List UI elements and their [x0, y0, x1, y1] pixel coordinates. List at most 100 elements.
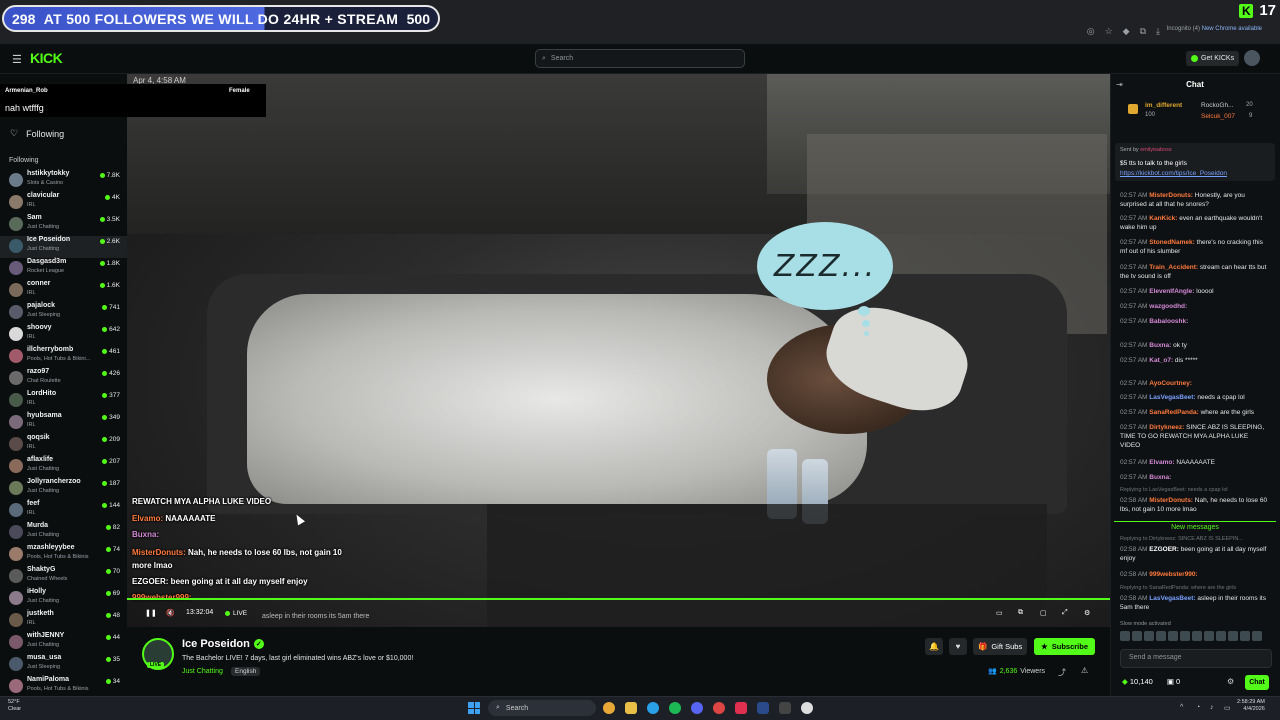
sidebar-channel-item[interactable]: musa_usa Just Sleeping 35 — [0, 654, 127, 676]
sidebar-channel-item[interactable]: pajalock Just Sleeping 741 — [0, 302, 127, 324]
search-input[interactable]: ⌕ Search — [535, 49, 745, 68]
stream-category-link[interactable]: Just Chatting — [182, 668, 223, 675]
puzzle-icon[interactable]: ⧉ — [1140, 26, 1146, 37]
pinned-sender-name[interactable]: emilyisaboss — [1140, 147, 1171, 153]
chat-username[interactable]: Buxna: — [1149, 474, 1171, 481]
chat-message[interactable]: 02:57 AM Train_Accident: stream can hear… — [1120, 263, 1270, 281]
chat-username[interactable]: SanaRedPanda: — [1149, 409, 1199, 416]
emote-icon[interactable] — [1228, 631, 1238, 641]
chat-message[interactable]: 02:57 AM LasVegasBeet: needs a cpap lol — [1120, 393, 1270, 402]
subscribe-button[interactable]: ★ Subscribe — [1034, 638, 1095, 655]
chat-message[interactable]: 02:58 AM MisterDonuts: Nah, he needs to … — [1120, 496, 1270, 514]
video-player[interactable] — [127, 74, 1110, 627]
eye-off-icon[interactable]: ◎ — [1087, 26, 1095, 37]
chat-send-button[interactable]: Chat — [1245, 675, 1269, 690]
get-kicks-button[interactable]: Get KICKs — [1186, 51, 1240, 66]
sidebar-channel-item[interactable]: iHolly Just Chatting 69 — [0, 588, 127, 610]
chat-message[interactable]: 02:58 AM EZGOER: been going at it all da… — [1120, 545, 1270, 563]
obs-icon[interactable] — [713, 702, 725, 714]
chat-username[interactable]: KanKick: — [1149, 215, 1177, 222]
chat-message[interactable]: 02:57 AM MisterDonuts: Honestly, are you… — [1120, 191, 1270, 209]
sidebar-channel-item[interactable]: justketh IRL 48 — [0, 610, 127, 632]
chat-username[interactable]: AyoCourtney: — [1149, 380, 1192, 387]
chat-username[interactable]: 999webster990: — [1149, 571, 1197, 578]
share-icon[interactable]: ⤴ — [1058, 667, 1066, 678]
chat-message[interactable]: 02:57 AM Babalooshk: — [1120, 317, 1270, 326]
chat-message[interactable]: 02:57 AM SanaRedPanda: where are the gir… — [1120, 408, 1270, 417]
extension-icon[interactable]: ◆ — [1123, 26, 1130, 37]
new-chrome-button[interactable]: New Chrome available — [1202, 26, 1262, 32]
acrobat-icon[interactable] — [735, 702, 747, 714]
emote-icon[interactable] — [1156, 631, 1166, 641]
theater-mode-icon[interactable]: ▭ — [996, 609, 1003, 617]
following-nav-link[interactable]: ♡ Following — [10, 128, 64, 139]
taskbar-clock[interactable]: 2:58:29 AM 4/4/2026 — [1237, 699, 1265, 713]
chat-username[interactable]: Babalooshk: — [1149, 318, 1188, 325]
chat-message[interactable]: 02:58 AM 999webster990: — [1120, 570, 1270, 579]
sidebar-channel-item[interactable]: withJENNY Just Chatting 44 — [0, 632, 127, 654]
download-icon[interactable]: ⤓ — [1156, 26, 1160, 37]
sidebar-channel-item[interactable]: Ice Poseidon Just Chatting 2.6K — [0, 236, 127, 258]
sidebar-channel-item[interactable]: illcherrybomb Pools, Hot Tubs & Bikini...… — [0, 346, 127, 368]
emote-icon[interactable] — [1192, 631, 1202, 641]
chat-username[interactable]: EZGOER: — [1149, 546, 1179, 553]
windows-start-icon[interactable] — [468, 702, 480, 714]
emote-icon[interactable] — [1252, 631, 1262, 641]
pinned-link[interactable]: https://kickbot.com/tips/Ice_Poseidon — [1120, 170, 1227, 177]
emote-icon[interactable] — [1240, 631, 1250, 641]
sidebar-channel-item[interactable]: aflaxlife Just Chatting 207 — [0, 456, 127, 478]
app-icon[interactable] — [801, 702, 813, 714]
sidebar-channel-item[interactable]: mzashleyybee Pools, Hot Tubs & Bikinis 74 — [0, 544, 127, 566]
emote-icon[interactable] — [1168, 631, 1178, 641]
sidebar-channel-item[interactable]: NamiPaloma Pools, Hot Tubs & Bikinis 34 — [0, 676, 127, 698]
chat-message[interactable]: 02:57 AM StonedNamek: there's no crackin… — [1120, 238, 1270, 256]
terminal-icon[interactable] — [779, 702, 791, 714]
chat-username[interactable]: Train_Accident: — [1149, 264, 1198, 271]
leaderboard-third-name[interactable]: Selcuk_007 — [1201, 113, 1235, 120]
network-icon[interactable]: ◔ — [1196, 704, 1200, 711]
streamer-name-text[interactable]: Ice Poseidon — [182, 638, 250, 650]
emote-icon[interactable] — [1144, 631, 1154, 641]
spotify-icon[interactable] — [669, 702, 681, 714]
weather-widget[interactable]: 52°F Clear — [8, 699, 21, 713]
chat-username[interactable]: LasVegasBeet: — [1149, 595, 1195, 602]
leaderboard-second-name[interactable]: RockoGh... — [1201, 102, 1234, 109]
menu-icon[interactable]: ☰ — [12, 53, 22, 66]
user-avatar[interactable] — [1244, 50, 1260, 66]
sidebar-channel-item[interactable]: hstikkytokky Slots & Casino 7.8K — [0, 170, 127, 192]
sidebar-channel-item[interactable]: shoovy IRL 642 — [0, 324, 127, 346]
discord-icon[interactable] — [691, 702, 703, 714]
sidebar-channel-item[interactable]: Murda Just Chatting 82 — [0, 522, 127, 544]
sidebar-channel-item[interactable]: razo97 Chat Roulette 426 — [0, 368, 127, 390]
chat-username[interactable]: LasVegasBeet: — [1149, 394, 1195, 401]
chat-message[interactable]: 02:57 AM Kat_o7: dis ***** — [1120, 356, 1270, 365]
chat-message[interactable]: 02:57 AM Buxna: — [1120, 473, 1270, 482]
leaderboard-first-name[interactable]: im_different — [1145, 102, 1182, 109]
sidebar-channel-item[interactable]: Jollyrancherzoo Just Chatting 187 — [0, 478, 127, 500]
cinema-icon[interactable]: ▢ — [1040, 609, 1047, 617]
sidebar-channel-item[interactable]: Dasgasd3m Rocket League 1.8K — [0, 258, 127, 280]
new-messages-divider[interactable]: New messages — [1114, 521, 1276, 531]
mute-icon[interactable]: 🔇 — [166, 609, 175, 617]
gift-subs-button[interactable]: 🎁 Gift Subs — [973, 638, 1028, 655]
streamer-name[interactable]: Ice Poseidon ✓ — [182, 638, 264, 650]
chat-message[interactable]: 02:57 AM Dirtykneez: SINCE ABZ IS SLEEPI… — [1120, 423, 1270, 450]
emote-icon[interactable] — [1132, 631, 1142, 641]
video-progress-bar[interactable] — [127, 598, 1110, 600]
sidebar-channel-item[interactable]: qoqsik IRL 209 — [0, 434, 127, 456]
taskbar-search[interactable]: ⌕ Search — [488, 700, 596, 716]
pip-icon[interactable]: ⧉ — [1018, 609, 1023, 617]
chat-message[interactable]: 02:57 AM AyoCourtney: — [1120, 379, 1270, 388]
chat-username[interactable]: MisterDonuts: — [1149, 192, 1193, 199]
chat-message[interactable]: 02:57 AM Buxna: ok ty — [1120, 341, 1270, 350]
chat-username[interactable]: StonedNamek: — [1149, 239, 1195, 246]
chrome-icon[interactable] — [603, 702, 615, 714]
emote-icon[interactable] — [1120, 631, 1130, 641]
stream-language-tag[interactable]: English — [231, 667, 261, 676]
chat-message[interactable]: 02:57 AM ElevenIfAngle: looool — [1120, 287, 1270, 296]
pause-icon[interactable]: ❚❚ — [145, 609, 157, 617]
fullscreen-icon[interactable]: ⤢ — [1062, 609, 1068, 617]
chat-message[interactable]: 02:58 AM LasVegasBeet: asleep in their r… — [1120, 594, 1270, 612]
chat-message[interactable]: 02:57 AM KanKick: even an earthquake wou… — [1120, 214, 1270, 232]
sidebar-channel-item[interactable]: LordHito IRL 377 — [0, 390, 127, 412]
